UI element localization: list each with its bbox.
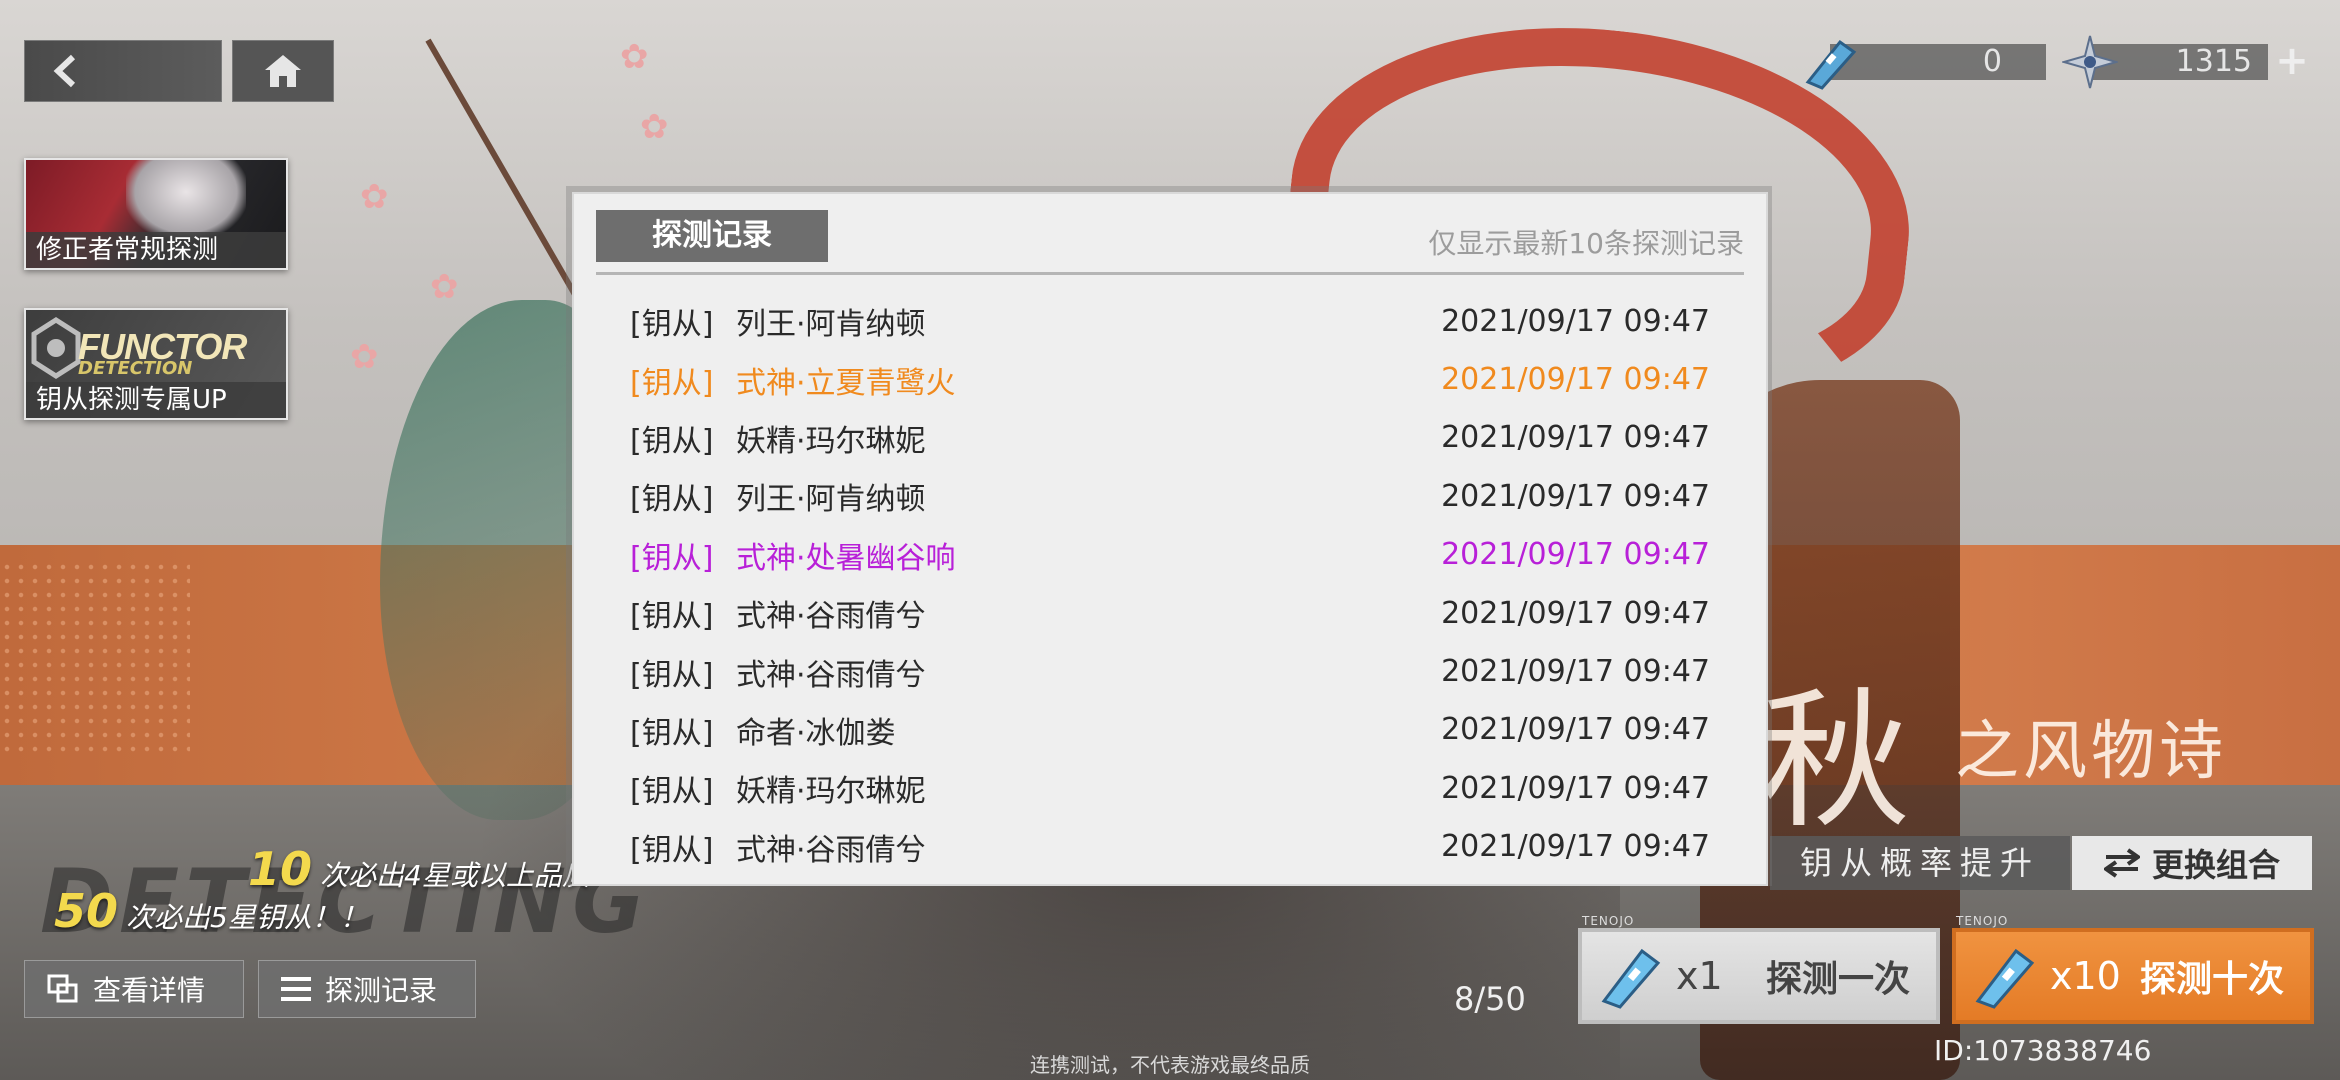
background-dot-pattern — [0, 560, 190, 760]
functor-logo-subtitle: DETECTION — [78, 358, 193, 379]
records-tab[interactable]: 探测记录 — [596, 210, 828, 262]
record-type: [钥从] — [630, 365, 714, 401]
record-row: [钥从] 妖精·玛尔琳妮 2021/09/17 09:47 — [630, 409, 1710, 467]
record-row: [钥从] 命者·冰伽娄 2021/09/17 09:47 — [630, 701, 1710, 759]
rate-up-button[interactable]: 钥从概率提升 — [1770, 836, 2070, 890]
record-row: [钥从] 式神·谷雨倩兮 2021/09/17 09:47 — [630, 818, 1710, 876]
list-icon — [281, 977, 311, 1001]
home-icon — [265, 55, 301, 87]
ticket-icon — [1975, 948, 2035, 1009]
event-title-large: 秋 — [1760, 675, 1911, 849]
detection-records-button[interactable]: 探测记录 — [258, 960, 476, 1018]
home-button[interactable] — [232, 40, 334, 102]
record-name: 命者·冰伽娄 — [736, 715, 896, 751]
pull-tag: TENOJO — [1582, 914, 1635, 928]
detect-once-count: x1 — [1676, 954, 1723, 998]
blossom-flower: ✿ — [640, 107, 669, 147]
detection-records-label: 探测记录 — [325, 974, 438, 1007]
record-row: [钥从] 式神·处暑幽谷响 2021/09/17 09:47 — [630, 526, 1710, 584]
ticket-icon — [1805, 39, 1857, 90]
blossom-flower: ✿ — [430, 267, 459, 307]
record-name: 妖精·玛尔琳妮 — [736, 774, 926, 810]
ticket-count: 0 — [1982, 44, 2002, 79]
back-button[interactable] — [24, 40, 222, 102]
record-name: 式神·处暑幽谷响 — [736, 540, 956, 576]
record-type: [钥从] — [630, 832, 714, 868]
record-time: 2021/09/17 09:47 — [1441, 654, 1710, 690]
record-row: [钥从] 式神·谷雨倩兮 2021/09/17 09:47 — [630, 642, 1710, 700]
back-arrow-icon — [53, 54, 76, 88]
record-time: 2021/09/17 09:47 — [1441, 420, 1710, 456]
record-time: 2021/09/17 09:47 — [1441, 362, 1710, 398]
record-time: 2021/09/17 09:47 — [1441, 478, 1710, 514]
swap-combination-label: 更换组合 — [2151, 846, 2280, 884]
banner-functor-detection[interactable]: FUNCTOR DETECTION 钥从探测专属UP — [24, 308, 288, 420]
banner-standard-detection[interactable]: 修正者常规探测 — [24, 158, 288, 270]
record-name: 式神·谷雨倩兮 — [736, 657, 926, 693]
blossom-flower: ✿ — [620, 37, 649, 77]
view-details-label: 查看详情 — [93, 974, 206, 1007]
details-icon — [47, 974, 78, 1003]
record-time: 2021/09/17 09:47 — [1441, 537, 1710, 573]
records-modal: 探测记录 仅显示最新10条探测记录 [钥从] 列王·阿肯纳顿 2021/09/17 … — [574, 194, 1766, 884]
record-row: [钥从] 列王·阿肯纳顿 2021/09/17 09:47 — [630, 467, 1710, 525]
records-divider — [596, 272, 1744, 275]
pity-5star-count: 50 — [54, 884, 119, 938]
record-type: [钥从] — [630, 715, 714, 751]
record-type: [钥从] — [630, 423, 714, 459]
view-details-button[interactable]: 查看详情 — [24, 960, 244, 1018]
record-time: 2021/09/17 09:47 — [1441, 303, 1710, 339]
record-time: 2021/09/17 09:47 — [1441, 712, 1710, 748]
record-type: [钥从] — [630, 599, 714, 635]
blossom-flower: ✿ — [360, 177, 389, 217]
record-name: 列王·阿肯纳顿 — [736, 482, 926, 518]
crystal-count: 1315 — [2175, 44, 2252, 79]
detect-ten-button[interactable]: TENOJO x10 探测十次 — [1952, 914, 2314, 1024]
footer-disclaimer: 连携测试，不代表游戏最终品质 — [1030, 1053, 1310, 1077]
record-type: [钥从] — [630, 482, 714, 518]
record-type: [钥从] — [630, 774, 714, 810]
ticket-icon — [1601, 948, 1661, 1009]
record-time: 2021/09/17 09:47 — [1441, 770, 1710, 806]
record-name: 列王·阿肯纳顿 — [736, 307, 926, 343]
record-row: [钥从] 妖精·玛尔琳妮 2021/09/17 09:47 — [630, 759, 1710, 817]
record-type: [钥从] — [630, 540, 714, 576]
detect-once-label: 探测一次 — [1765, 959, 1910, 1000]
record-name: 式神·谷雨倩兮 — [736, 832, 926, 868]
event-title-small: 之风物诗 — [1955, 715, 2227, 789]
blossom-flower: ✿ — [350, 337, 379, 377]
record-name: 式神·谷雨倩兮 — [736, 599, 926, 635]
pull-tag: TENOJO — [1956, 914, 2009, 928]
record-type: [钥从] — [630, 657, 714, 693]
add-crystal-button[interactable]: + — [2272, 41, 2312, 81]
record-time: 2021/09/17 09:47 — [1441, 829, 1710, 865]
detect-ten-count: x10 — [2050, 954, 2121, 998]
pity-5star-label: 次必出5星钥从！！ — [126, 901, 368, 934]
record-type: [钥从] — [630, 307, 714, 343]
pity-5star-text: 50 次必出5星钥从！！ — [54, 884, 368, 938]
detect-ten-label: 探测十次 — [2139, 959, 2284, 1000]
records-list: [钥从] 列王·阿肯纳顿 2021/09/17 09:47 [钥从] 式神·立夏青鹭火 2… — [630, 292, 1710, 876]
record-row: [钥从] 式神·立夏青鹭火 2021/09/17 09:47 — [630, 350, 1710, 408]
record-row: [钥从] 列王·阿肯纳顿 2021/09/17 09:47 — [630, 292, 1710, 350]
record-row: [钥从] 式神·谷雨倩兮 2021/09/17 09:47 — [630, 584, 1710, 642]
record-time: 2021/09/17 09:47 — [1441, 595, 1710, 631]
detect-once-button[interactable]: TENOJO x1 探测一次 — [1578, 914, 1940, 1024]
swap-arrows-icon — [2103, 848, 2140, 878]
banner-label: 钥从探测专属UP — [26, 382, 286, 418]
banner-character-face — [126, 160, 246, 240]
swap-combination-button[interactable]: 更换组合 — [2072, 836, 2312, 890]
banner-label: 修正者常规探测 — [26, 232, 286, 268]
functor-emblem-icon — [31, 317, 81, 379]
record-name: 妖精·玛尔琳妮 — [736, 423, 926, 459]
record-name: 式神·立夏青鹭火 — [736, 365, 956, 401]
pity-progress-counter: 8/50 — [1454, 980, 1526, 1018]
records-note: 仅显示最新10条探测记录 — [1428, 227, 1744, 260]
